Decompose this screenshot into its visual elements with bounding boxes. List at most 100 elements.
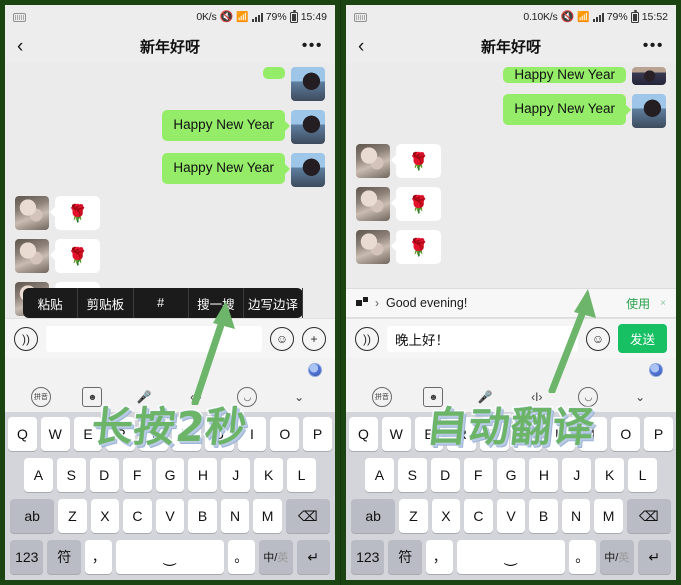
enter-icon[interactable]: ↵ bbox=[637, 540, 671, 574]
use-translation-button[interactable]: 使用 bbox=[626, 295, 650, 312]
glasses-assistant-icon[interactable] bbox=[309, 364, 321, 376]
avatar[interactable] bbox=[15, 196, 49, 230]
key-ab-shift[interactable]: ab bbox=[351, 499, 396, 533]
key-l[interactable]: L bbox=[628, 458, 658, 492]
more-options-icon[interactable]: ••• bbox=[302, 37, 323, 54]
message-bubble[interactable]: Happy New Year bbox=[503, 94, 631, 125]
key-symbols[interactable]: 符 bbox=[47, 540, 81, 574]
key-c[interactable]: C bbox=[464, 499, 493, 533]
key-l[interactable]: L bbox=[287, 458, 317, 492]
backspace-icon[interactable]: ⌫ bbox=[285, 499, 331, 533]
key-g[interactable]: G bbox=[496, 458, 526, 492]
toolbar-item-hash[interactable]: # bbox=[134, 288, 189, 318]
key-x[interactable]: X bbox=[431, 499, 461, 533]
translation-suggestion-bar[interactable]: › Good evening! 使用 × bbox=[346, 288, 676, 318]
message-bubble[interactable] bbox=[263, 67, 285, 79]
key-period[interactable]: 。 bbox=[568, 540, 597, 574]
avatar[interactable] bbox=[291, 67, 325, 101]
avatar[interactable] bbox=[632, 94, 666, 128]
avatar[interactable] bbox=[632, 67, 666, 85]
chat-messages-left[interactable]: Happy New Year Happy New Year 🌹 🌹 粘贴 剪贴板… bbox=[5, 63, 335, 318]
key-h[interactable]: H bbox=[188, 458, 218, 492]
key-123[interactable]: 123 bbox=[351, 540, 385, 574]
key-f[interactable]: F bbox=[463, 458, 493, 492]
key-k[interactable]: K bbox=[595, 458, 625, 492]
space-key-icon[interactable]: ⏝ bbox=[116, 540, 224, 574]
key-h[interactable]: H bbox=[529, 458, 559, 492]
key-language-toggle[interactable]: 中/英 bbox=[259, 540, 293, 574]
key-g[interactable]: G bbox=[155, 458, 185, 492]
key-comma[interactable]: ， bbox=[425, 540, 454, 574]
key-a[interactable]: A bbox=[24, 458, 53, 492]
key-m[interactable]: M bbox=[253, 499, 282, 533]
key-v[interactable]: V bbox=[496, 499, 526, 533]
key-123[interactable]: 123 bbox=[10, 540, 44, 574]
key-v[interactable]: V bbox=[155, 499, 185, 533]
key-s[interactable]: S bbox=[56, 458, 86, 492]
emoji-icon[interactable]: ☺ bbox=[270, 326, 294, 351]
key-d[interactable]: D bbox=[430, 458, 460, 492]
voice-input-icon[interactable]: )) bbox=[14, 326, 38, 351]
key-j[interactable]: J bbox=[221, 458, 251, 492]
message-bubble[interactable]: 🌹 bbox=[49, 196, 101, 230]
key-d[interactable]: D bbox=[89, 458, 119, 492]
message-row bbox=[15, 67, 325, 101]
annotation-text-left: 长按2秒 bbox=[88, 402, 252, 453]
key-m[interactable]: M bbox=[594, 499, 623, 533]
key-language-toggle[interactable]: 中/英 bbox=[600, 540, 634, 574]
avatar[interactable] bbox=[291, 110, 325, 144]
emoji-icon[interactable]: ☺ bbox=[585, 326, 610, 351]
glasses-assistant-icon[interactable] bbox=[650, 364, 662, 376]
avatar[interactable] bbox=[356, 187, 390, 221]
space-key-icon[interactable]: ⏝ bbox=[457, 540, 565, 574]
battery-percent-right: 79% bbox=[606, 11, 628, 23]
message-bubble[interactable]: Happy New Year bbox=[162, 153, 290, 184]
enter-icon[interactable]: ↵ bbox=[296, 540, 330, 574]
key-period[interactable]: 。 bbox=[227, 540, 256, 574]
clipboard-context-toolbar[interactable]: 粘贴 剪贴板 # 搜一搜 边写边译 bbox=[23, 288, 304, 318]
translation-result-text: Good evening! bbox=[386, 296, 468, 310]
key-k[interactable]: K bbox=[254, 458, 284, 492]
key-f[interactable]: F bbox=[122, 458, 152, 492]
avatar[interactable] bbox=[356, 144, 390, 178]
key-ab-shift[interactable]: ab bbox=[10, 499, 55, 533]
message-bubble[interactable]: 🌹 bbox=[390, 230, 442, 264]
message-bubble[interactable]: Happy New Year bbox=[503, 67, 626, 83]
key-x[interactable]: X bbox=[90, 499, 120, 533]
message-bubble[interactable]: 🌹 bbox=[49, 239, 101, 273]
toolbar-item-search[interactable]: 搜一搜 bbox=[189, 288, 244, 318]
key-j[interactable]: J bbox=[562, 458, 592, 492]
toolbar-item-paste[interactable]: 粘贴 bbox=[23, 288, 79, 318]
key-comma[interactable]: ， bbox=[84, 540, 113, 574]
message-input-right[interactable]: 晚上好！ bbox=[387, 325, 578, 352]
key-a[interactable]: A bbox=[365, 458, 394, 492]
avatar[interactable] bbox=[15, 239, 49, 273]
toolbar-item-clipboard[interactable]: 剪贴板 bbox=[78, 288, 134, 318]
message-row: Happy New Year bbox=[356, 67, 666, 85]
avatar[interactable] bbox=[356, 230, 390, 264]
message-bubble[interactable]: Happy New Year bbox=[162, 110, 290, 141]
chevron-left-icon[interactable]: ‹ bbox=[17, 37, 39, 56]
key-symbols[interactable]: 符 bbox=[388, 540, 422, 574]
avatar[interactable] bbox=[291, 153, 325, 187]
message-bubble[interactable]: 🌹 bbox=[390, 187, 442, 221]
key-n[interactable]: N bbox=[220, 499, 250, 533]
close-icon[interactable]: × bbox=[660, 298, 666, 309]
chevron-left-icon[interactable]: ‹ bbox=[358, 37, 380, 56]
voice-input-icon[interactable]: )) bbox=[355, 326, 379, 351]
send-button[interactable]: 发送 bbox=[617, 324, 667, 353]
key-b[interactable]: B bbox=[188, 499, 217, 533]
message-bubble[interactable]: 🌹 bbox=[390, 144, 442, 178]
plus-icon[interactable]: + bbox=[302, 326, 326, 351]
key-z[interactable]: Z bbox=[58, 499, 87, 533]
backspace-icon[interactable]: ⌫ bbox=[626, 499, 672, 533]
more-options-icon[interactable]: ••• bbox=[643, 37, 664, 54]
toolbar-item-translate-while-typing[interactable]: 边写边译 bbox=[244, 288, 304, 318]
message-input-left[interactable] bbox=[46, 325, 262, 352]
key-b[interactable]: B bbox=[529, 499, 558, 533]
key-s[interactable]: S bbox=[397, 458, 427, 492]
chat-messages-right[interactable]: Happy New Year Happy New Year 🌹 🌹 🌹 bbox=[346, 63, 676, 288]
key-n[interactable]: N bbox=[561, 499, 591, 533]
key-z[interactable]: Z bbox=[399, 499, 428, 533]
key-c[interactable]: C bbox=[123, 499, 152, 533]
